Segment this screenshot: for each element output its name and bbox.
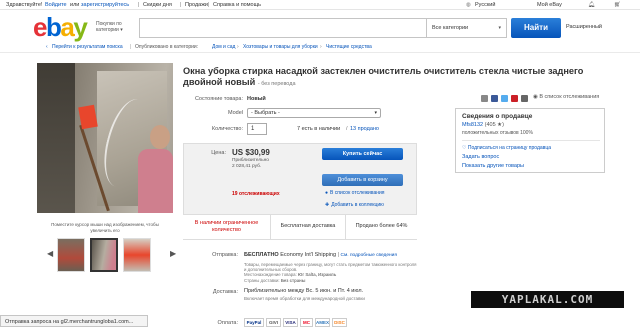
browser-status-bar: Отправка запроса на gl2.merchantrungloba… — [0, 315, 148, 327]
buy-now-button[interactable]: Купить сейчас — [322, 148, 403, 160]
pinterest-icon[interactable] — [511, 95, 518, 102]
globe-icon: ◍ — [466, 2, 471, 8]
seller-feedback: положительных отзывов 100% — [462, 130, 533, 136]
heart-icon: ♡ — [462, 145, 467, 151]
breadcrumb: ‹ Перейти к результатам поиска | Опублик… — [0, 41, 640, 53]
signin-link[interactable]: Войдите — [45, 2, 67, 8]
ask-question-link[interactable]: Задать вопрос — [462, 154, 499, 160]
listing-title: Окна уборка стирка насадкой застеклен оч… — [183, 66, 584, 87]
condition-label: Состояние товара: — [194, 96, 243, 102]
search-input[interactable] — [139, 18, 427, 38]
sold-percent-badge: Продано более 64% — [346, 215, 417, 239]
thumbnail-1[interactable] — [57, 238, 85, 272]
ebay-logo[interactable]: ebay — [33, 14, 88, 40]
register-link[interactable]: зарегистрируйтесь — [81, 2, 129, 8]
discover-icon: DISC — [332, 318, 347, 327]
top-bar: Здравствуйте! Войдите или зарегистрируйт… — [0, 0, 640, 10]
eye-icon: ● — [325, 190, 329, 196]
sold-count-link[interactable]: 13 продано — [350, 126, 379, 132]
shipping-details-link[interactable]: См. подробные сведения — [341, 253, 397, 258]
plus-icon: ✚ — [325, 202, 330, 208]
add-to-watchlist-link[interactable]: ● В список отслеживания — [325, 190, 385, 196]
add-to-collection-link[interactable]: ✚ Добавить в коллекцию — [325, 202, 384, 208]
watchers-count: 19 отслеживающих — [232, 191, 280, 197]
delivery-info: Приблизительно между Вс. 5 июн. и Пт. 4 … — [244, 288, 365, 301]
my-ebay-link[interactable]: Мой eBay — [537, 2, 562, 8]
model-label: Model — [228, 110, 243, 116]
limited-stock-badge: В наличии ограниченное количество — [183, 215, 271, 239]
email-icon[interactable] — [481, 95, 488, 102]
photo-caption: Поместите курсор мыши над изображением, … — [51, 222, 159, 233]
product-photo[interactable] — [37, 63, 173, 213]
available-count: 7 есть в наличии — [297, 126, 341, 132]
back-to-results-link[interactable]: Перейти к результатам поиска — [52, 44, 123, 50]
thumbnail-strip: ◀ ▶ — [45, 235, 180, 275]
other-items-link[interactable]: Показать другие товары — [462, 163, 524, 169]
seller-panel: Сведения о продавце Mfs8132 (405 ★) поло… — [455, 108, 605, 173]
visa-icon: VISA — [283, 318, 298, 327]
mastercard-icon: MC — [300, 318, 313, 327]
chevron-left-icon: ‹ — [46, 44, 48, 50]
share-icon[interactable] — [521, 95, 528, 102]
seller-header: Сведения о продавце — [462, 113, 533, 120]
seller-name[interactable]: Mfs8132 (405 ★) — [462, 122, 504, 128]
quantity-label: Количество: — [211, 126, 243, 132]
facebook-icon[interactable] — [491, 95, 498, 102]
delivery-label: Доставка: — [212, 289, 238, 295]
cart-icon[interactable]: 🛒︎ — [614, 2, 621, 8]
breadcrumb-household[interactable]: Хозтовары и товары для уборки — [243, 44, 318, 50]
payment-label: Оплата: — [217, 320, 238, 326]
twitter-icon[interactable] — [501, 95, 508, 102]
shop-by-category-button[interactable]: Покупки по категории ▾ — [96, 21, 132, 33]
paypal-icon: PayPal — [244, 318, 264, 327]
chevron-down-icon: ▾ — [498, 25, 501, 31]
givi-icon: GIVI — [266, 318, 281, 327]
shipping-note: Товары, перемещаемые через границу, могу… — [244, 262, 417, 283]
approx-price: Приблизительно 2 028,41 руб. — [232, 158, 269, 169]
free-shipping-badge: Бесплатная доставка — [271, 215, 346, 239]
no-translation-note: - без перевода — [257, 81, 296, 87]
find-button[interactable]: Найти — [511, 18, 561, 38]
language-selector[interactable]: Русский — [475, 2, 495, 8]
model-select[interactable]: - Выбрать - ▾ — [247, 108, 381, 118]
breadcrumb-home-garden[interactable]: Дом и сад — [212, 44, 235, 50]
chevron-down-icon: ▾ — [374, 110, 377, 116]
thumbnail-3[interactable] — [123, 238, 151, 272]
chevron-right-icon[interactable]: ▶ — [170, 249, 176, 258]
add-to-cart-button[interactable]: Добавить в корзину — [322, 174, 403, 186]
price-label: Цена: — [211, 150, 226, 156]
shipping-label: Отправка: — [212, 252, 238, 258]
help-link[interactable]: Справка и помощь — [213, 2, 261, 8]
price-value: US $30,99 — [232, 148, 270, 157]
category-select[interactable]: Все категории ▾ — [427, 18, 507, 38]
thumbnail-2-selected[interactable] — [90, 238, 118, 272]
watermark-logo: YAPLAKAL.COM — [471, 291, 624, 308]
greeting-text: Здравствуйте! — [6, 2, 43, 8]
chevron-left-icon[interactable]: ◀ — [47, 249, 53, 258]
deals-link[interactable]: Скидки дня — [143, 2, 172, 8]
breadcrumb-cleaning[interactable]: Чистящие средства — [326, 44, 372, 50]
follow-seller-link[interactable]: ♡ Подписаться на страницу продавца — [462, 145, 551, 151]
shipping-info: БЕСПЛАТНО Economy Int'l Shipping | См. п… — [244, 252, 397, 258]
quantity-input[interactable]: 1 — [247, 123, 267, 135]
watch-link[interactable]: ◉ В список отслеживания — [533, 94, 599, 100]
eye-icon: ◉ — [533, 94, 538, 100]
condition-value: Новый — [247, 96, 266, 102]
or-text: или — [70, 2, 80, 8]
advanced-search-link[interactable]: Расширенный — [566, 24, 602, 30]
sell-link[interactable]: Продажи — [185, 2, 208, 8]
published-in-label: Опубликовано в категории: — [135, 44, 199, 50]
highlights-strip: В наличии ограниченное количество Беспла… — [183, 214, 417, 239]
amex-icon: AMEX — [315, 318, 330, 327]
bell-icon[interactable]: 🔔︎ — [588, 2, 595, 8]
